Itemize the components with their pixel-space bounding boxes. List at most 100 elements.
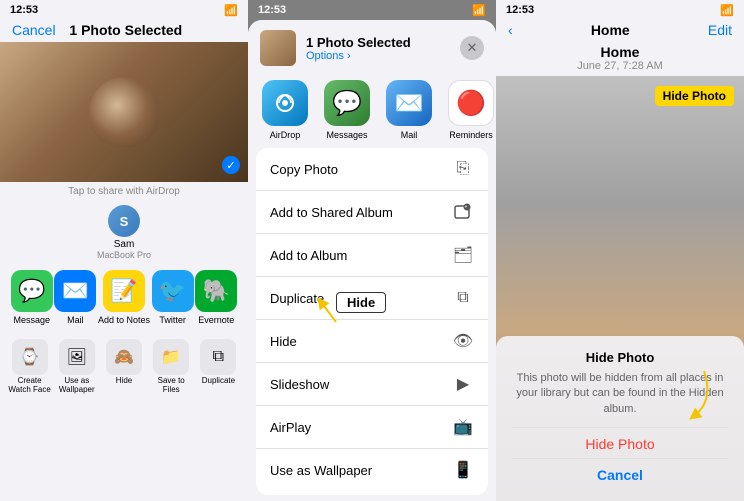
cancel-button[interactable]: Cancel — [12, 22, 56, 38]
save-files-icon: 📁 — [153, 339, 189, 375]
watch-face-icon: ⌚ — [12, 339, 48, 375]
duplicate-icon: ⧉ — [200, 339, 236, 375]
messages-app-icon: 💬 — [324, 80, 370, 126]
share-thumb — [260, 30, 296, 66]
add-shared-album-icon: + — [452, 201, 474, 223]
action-airplay-label: AirPlay — [270, 420, 311, 435]
action-slideshow[interactable]: Slideshow ▶ — [256, 363, 488, 406]
duplicate-action-icon: ⧉ — [452, 287, 474, 309]
contact-row: S Sam MacBook Pro — [0, 201, 248, 262]
share-app-mail[interactable]: ✉️ Mail — [384, 80, 434, 140]
hide-annotation-arrow — [316, 322, 346, 352]
time-1: 12:53 — [10, 4, 38, 16]
share-app-airdrop[interactable]: AirDrop — [260, 80, 310, 140]
panel-share-sheet: 12:53 📶 1 Photo Selected Options › ✕ — [248, 0, 496, 501]
album-title: Home — [496, 44, 744, 60]
hide-label: Hide — [116, 377, 132, 386]
contact-name: Sam — [114, 239, 135, 250]
share-sheet-options[interactable]: Options › — [306, 50, 460, 62]
action-add-shared-album[interactable]: Add to Shared Album + — [256, 191, 488, 234]
cancel-hide-button[interactable]: Cancel — [512, 458, 728, 491]
action-airplay[interactable]: AirPlay 📺 — [256, 406, 488, 449]
mail-icon: ✉️ — [54, 270, 96, 312]
bottom-action-hide[interactable]: 🙈 Hide — [102, 339, 145, 395]
bottom-action-duplicate[interactable]: ⧉ Duplicate — [197, 339, 240, 395]
bottom-action-grid: ⌚ Create Watch Face 🖼 Use as Wallpaper 🙈… — [0, 333, 248, 401]
slideshow-icon: ▶ — [452, 373, 474, 395]
app-notes-label: Add to Notes — [98, 315, 150, 325]
notes-icon: 📝 — [103, 270, 145, 312]
app-evernote[interactable]: 🐘 Evernote — [195, 270, 237, 325]
hide-photo-confirm-button[interactable]: Hide Photo — [512, 427, 728, 458]
share-hint: Tap to share with AirDrop — [0, 182, 248, 201]
share-action-list: Copy Photo ⎘ Add to Shared Album + Add t… — [256, 148, 488, 495]
bottom-action-wallpaper[interactable]: 🖼 Use as Wallpaper — [55, 339, 98, 395]
signal-icons-2: 📶 — [472, 4, 486, 17]
airdrop-app-icon — [262, 80, 308, 126]
save-files-label: Save to Files — [150, 377, 193, 395]
nav-bar-3: ‹ Home Edit — [496, 20, 744, 42]
add-album-icon: 🗂 — [452, 244, 474, 266]
app-message[interactable]: 💬 Message — [11, 270, 53, 325]
back-button[interactable]: ‹ — [508, 22, 513, 38]
app-mail-label: Mail — [67, 315, 84, 325]
nav-title-3: Home — [591, 22, 630, 38]
message-icon: 💬 — [11, 270, 53, 312]
time-3: 12:53 — [506, 4, 534, 16]
action-use-wallpaper[interactable]: Use as Wallpaper 📱 — [256, 449, 488, 491]
nav-bar-1: Cancel 1 Photo Selected — [0, 20, 248, 42]
app-mail[interactable]: ✉️ Mail — [54, 270, 96, 325]
time-2: 12:53 — [258, 4, 286, 16]
app-twitter-label: Twitter — [159, 315, 186, 325]
share-app-messages[interactable]: 💬 Messages — [322, 80, 372, 140]
action-add-album[interactable]: Add to Album 🗂 — [256, 234, 488, 277]
action-duplicate-label: Duplicate — [270, 291, 324, 306]
wallpaper-label: Use as Wallpaper — [55, 377, 98, 395]
bottom-action-watch-face[interactable]: ⌚ Create Watch Face — [8, 339, 51, 395]
action-add-album-label: Add to Album — [270, 248, 347, 263]
album-date: June 27, 7:28 AM — [496, 60, 744, 72]
panel-airdrop-share: 12:53 📶 Cancel 1 Photo Selected ✓ Tap to… — [0, 0, 248, 501]
bottom-action-save-files[interactable]: 📁 Save to Files — [150, 339, 193, 395]
share-app-reminders[interactable]: 🔴 Reminders — [446, 80, 496, 140]
photo-checkmark: ✓ — [222, 156, 240, 174]
airdrop-label: AirDrop — [270, 130, 301, 140]
messages-label: Messages — [326, 130, 367, 140]
svg-text:+: + — [465, 205, 468, 211]
app-notes[interactable]: 📝 Add to Notes — [98, 270, 150, 325]
photo-area: Hide Photo Hide Photo This photo will be… — [496, 76, 744, 501]
share-sheet-title: 1 Photo Selected — [306, 35, 460, 50]
panel-hide-photo: 12:53 📶 ‹ Home Edit Home June 27, 7:28 A… — [496, 0, 744, 501]
share-sheet-header: 1 Photo Selected Options › ✕ — [248, 20, 496, 72]
hide-annotation-box: Hide — [336, 292, 386, 313]
signal-icons-1: 📶 — [224, 4, 238, 17]
evernote-icon: 🐘 — [195, 270, 237, 312]
action-slideshow-label: Slideshow — [270, 377, 329, 392]
action-hide[interactable]: Hide 👁 Hide — [256, 320, 488, 363]
wallpaper-action-icon: 📱 — [452, 459, 474, 481]
dialog-title: Hide Photo — [512, 350, 728, 365]
reminders-label: Reminders — [449, 130, 493, 140]
share-close-button[interactable]: ✕ — [460, 36, 484, 60]
share-app-row: AirDrop 💬 Messages ✉️ Mail 🔴 Reminders — [248, 72, 496, 148]
app-twitter[interactable]: 🐦 Twitter — [152, 270, 194, 325]
airplay-icon: 📺 — [452, 416, 474, 438]
wallpaper-icon: 🖼 — [59, 339, 95, 375]
copy-photo-icon: ⎘ — [452, 158, 474, 180]
action-copy-photo[interactable]: Copy Photo ⎘ — [256, 148, 488, 191]
contact-avatar: S — [108, 205, 140, 237]
twitter-icon: 🐦 — [152, 270, 194, 312]
nav-title-1: 1 Photo Selected — [69, 22, 182, 38]
edit-button[interactable]: Edit — [708, 22, 732, 38]
action-hide-label: Hide — [270, 334, 297, 349]
album-info: Home June 27, 7:28 AM — [496, 42, 744, 76]
share-sheet: 1 Photo Selected Options › ✕ AirDrop 💬 — [248, 20, 496, 501]
action-copy-photo-label: Copy Photo — [270, 162, 338, 177]
app-message-label: Message — [14, 315, 51, 325]
status-bar-2: 12:53 📶 — [248, 0, 496, 20]
hide-action-icon: 👁 — [452, 330, 474, 352]
watch-face-label: Create Watch Face — [8, 377, 51, 395]
mail-app-icon: ✉️ — [386, 80, 432, 126]
app-grid: 💬 Message ✉️ Mail 📝 Add to Notes 🐦 Twitt… — [0, 262, 248, 333]
contact-device: MacBook Pro — [97, 250, 151, 260]
